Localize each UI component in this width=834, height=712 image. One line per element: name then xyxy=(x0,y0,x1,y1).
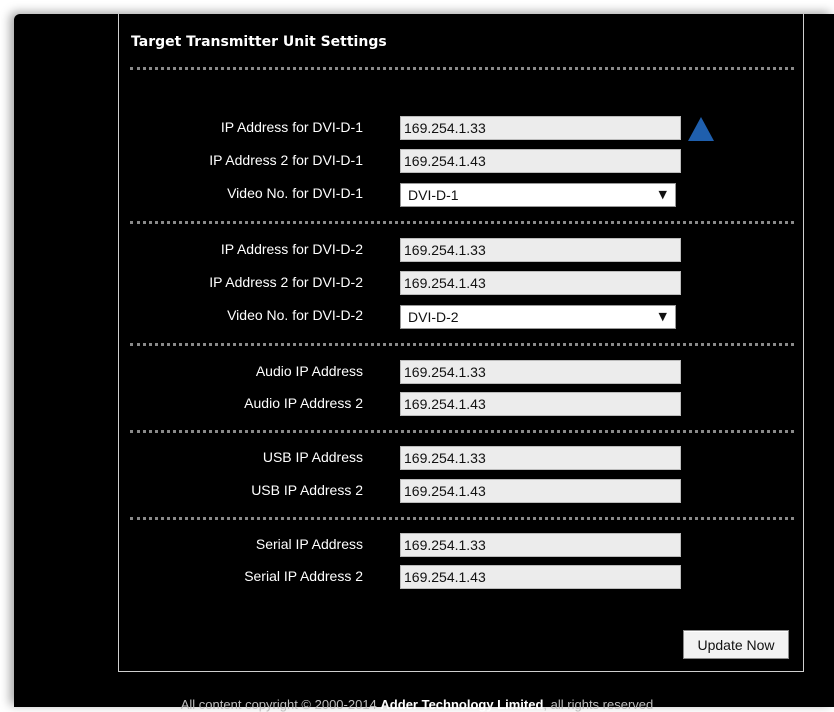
video-no-dvi-d-2-selected: DVI-D-2 xyxy=(408,309,459,325)
video-no-dvi-d-2-label: Video No. for DVI-D-2 xyxy=(227,307,363,323)
update-now-button[interactable]: Update Now xyxy=(683,630,789,659)
usb-ip-address-input[interactable] xyxy=(400,446,681,470)
settings-panel: Target Transmitter Unit Settings IP Addr… xyxy=(118,14,804,672)
ip-address-dvi-d-1-input[interactable] xyxy=(400,116,681,140)
ip-address-2-dvi-d-2-input[interactable] xyxy=(400,271,681,295)
video-no-dvi-d-2-row: Video No. for DVI-D-2 DVI-D-2 ▼ xyxy=(119,304,805,329)
serial-ip-address-2-row: Serial IP Address 2 xyxy=(119,565,805,589)
serial-ip-address-2-label: Serial IP Address 2 xyxy=(244,568,363,584)
usb-ip-address-row: USB IP Address xyxy=(119,446,805,470)
usb-ip-address-2-label: USB IP Address 2 xyxy=(251,482,363,498)
ip-address-dvi-d-2-input[interactable] xyxy=(400,238,681,262)
serial-ip-address-label: Serial IP Address xyxy=(255,536,363,552)
video-no-dvi-d-1-row: Video No. for DVI-D-1 DVI-D-1 ▼ xyxy=(119,182,805,207)
audio-ip-address-2-row: Audio IP Address 2 xyxy=(119,392,805,416)
footer-prefix: All content copyright © 2000-2014 xyxy=(180,697,377,712)
audio-ip-address-label: Audio IP Address xyxy=(255,363,363,379)
audio-ip-address-row: Audio IP Address xyxy=(119,360,805,384)
panel-title: Target Transmitter Unit Settings xyxy=(131,34,387,50)
divider xyxy=(130,343,794,346)
audio-ip-address-2-input[interactable] xyxy=(400,392,681,416)
chevron-down-icon: ▼ xyxy=(658,310,667,323)
video-no-dvi-d-1-label: Video No. for DVI-D-1 xyxy=(227,185,363,201)
divider xyxy=(130,221,794,224)
usb-ip-address-2-row: USB IP Address 2 xyxy=(119,479,805,503)
ip-address-2-dvi-d-1-input[interactable] xyxy=(400,149,681,173)
footer-company[interactable]: Adder Technology Limited xyxy=(380,697,543,712)
serial-ip-address-input[interactable] xyxy=(400,533,681,557)
audio-ip-address-input[interactable] xyxy=(400,360,681,384)
video-no-dvi-d-1-selected: DVI-D-1 xyxy=(408,187,459,203)
ip-address-2-dvi-d-1-label: IP Address 2 for DVI-D-1 xyxy=(209,152,363,168)
ip-address-dvi-d-2-label: IP Address for DVI-D-2 xyxy=(220,241,363,257)
ip-address-2-dvi-d-1-row: IP Address 2 for DVI-D-1 xyxy=(119,149,805,173)
ip-address-dvi-d-2-row: IP Address for DVI-D-2 xyxy=(119,238,805,262)
video-no-dvi-d-2-select[interactable]: DVI-D-2 ▼ xyxy=(400,305,676,329)
footer-copyright: All content copyright © 2000-2014 Adder … xyxy=(0,697,834,712)
divider xyxy=(130,67,794,70)
ip-address-2-dvi-d-2-row: IP Address 2 for DVI-D-2 xyxy=(119,271,805,295)
chevron-down-icon: ▼ xyxy=(658,188,667,201)
ip-address-2-dvi-d-2-label: IP Address 2 for DVI-D-2 xyxy=(209,274,363,290)
footer-suffix: , all rights reserved xyxy=(543,697,654,712)
divider xyxy=(130,430,794,433)
audio-ip-address-2-label: Audio IP Address 2 xyxy=(244,395,363,411)
serial-ip-address-2-input[interactable] xyxy=(400,565,681,589)
serial-ip-address-row: Serial IP Address xyxy=(119,533,805,557)
warning-triangle-icon xyxy=(688,117,714,141)
ip-address-dvi-d-1-label: IP Address for DVI-D-1 xyxy=(220,119,363,135)
divider xyxy=(130,517,794,520)
usb-ip-address-label: USB IP Address xyxy=(262,449,363,465)
usb-ip-address-2-input[interactable] xyxy=(400,479,681,503)
video-no-dvi-d-1-select[interactable]: DVI-D-1 ▼ xyxy=(400,183,676,207)
